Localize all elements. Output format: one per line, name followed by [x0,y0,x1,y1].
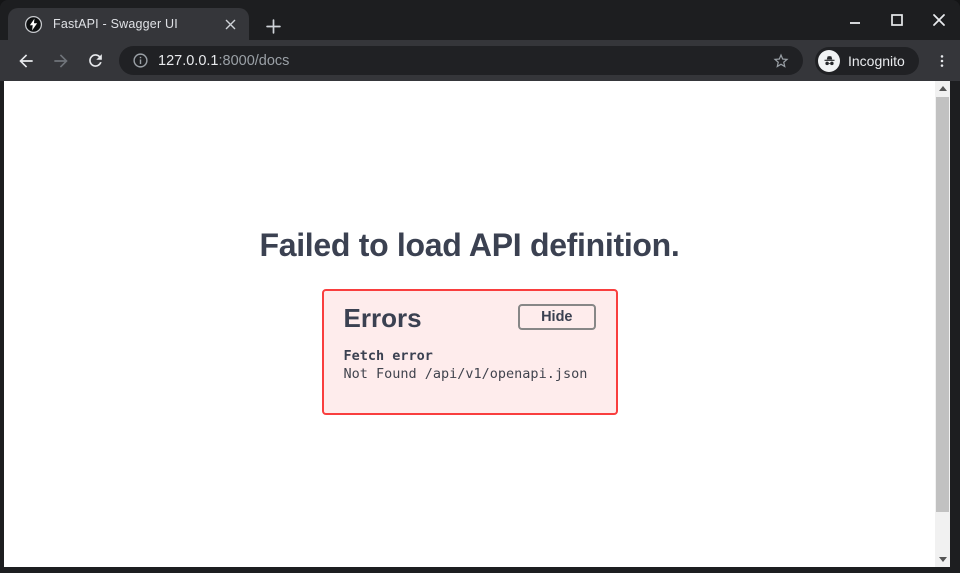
scroll-up-icon [939,86,947,91]
page-content: Failed to load API definition. Errors Hi… [4,81,950,567]
reload-button[interactable] [81,47,109,75]
address-bar[interactable]: 127.0.0.1:8000/docs [119,46,803,75]
scrollbar [935,81,950,567]
tab-strip: FastAPI - Swagger UI [0,0,960,40]
window-controls [842,0,952,40]
forward-button[interactable] [47,47,75,75]
error-message: Not Found /api/v1/openapi.json [344,366,588,382]
errors-panel: Errors Hide Fetch error Not Found /api/v… [322,289,618,415]
site-info-icon[interactable] [129,50,151,72]
incognito-label: Incognito [848,53,905,69]
hide-button[interactable]: Hide [518,304,595,330]
browser-tab[interactable]: FastAPI - Swagger UI [8,8,249,40]
fastapi-favicon-icon [24,15,43,34]
tab-title: FastAPI - Swagger UI [53,17,221,31]
url-host: 127.0.0.1 [158,53,218,69]
tab-close-icon[interactable] [221,15,239,33]
bookmark-star-icon[interactable] [769,49,793,73]
back-button[interactable] [12,47,40,75]
minimize-button[interactable] [842,7,868,33]
url-text: 127.0.0.1:8000/docs [158,53,769,69]
new-tab-button[interactable] [261,14,285,38]
url-path: :8000/docs [218,53,289,69]
scrollbar-down-button[interactable] [935,552,950,567]
page-title: Failed to load API definition. [4,227,935,264]
browser-window: FastAPI - Swagger UI [0,0,960,573]
error-type: Fetch error [344,348,433,364]
scroll-down-icon [939,557,947,562]
incognito-badge: Incognito [815,47,919,75]
scrollbar-thumb[interactable] [936,97,949,512]
incognito-icon [818,50,840,72]
menu-icon[interactable] [929,48,955,74]
browser-toolbar: 127.0.0.1:8000/docs Incognito [0,40,960,81]
close-button[interactable] [926,7,952,33]
scrollbar-up-button[interactable] [935,81,950,96]
errors-title: Errors [344,303,422,334]
maximize-button[interactable] [884,7,910,33]
